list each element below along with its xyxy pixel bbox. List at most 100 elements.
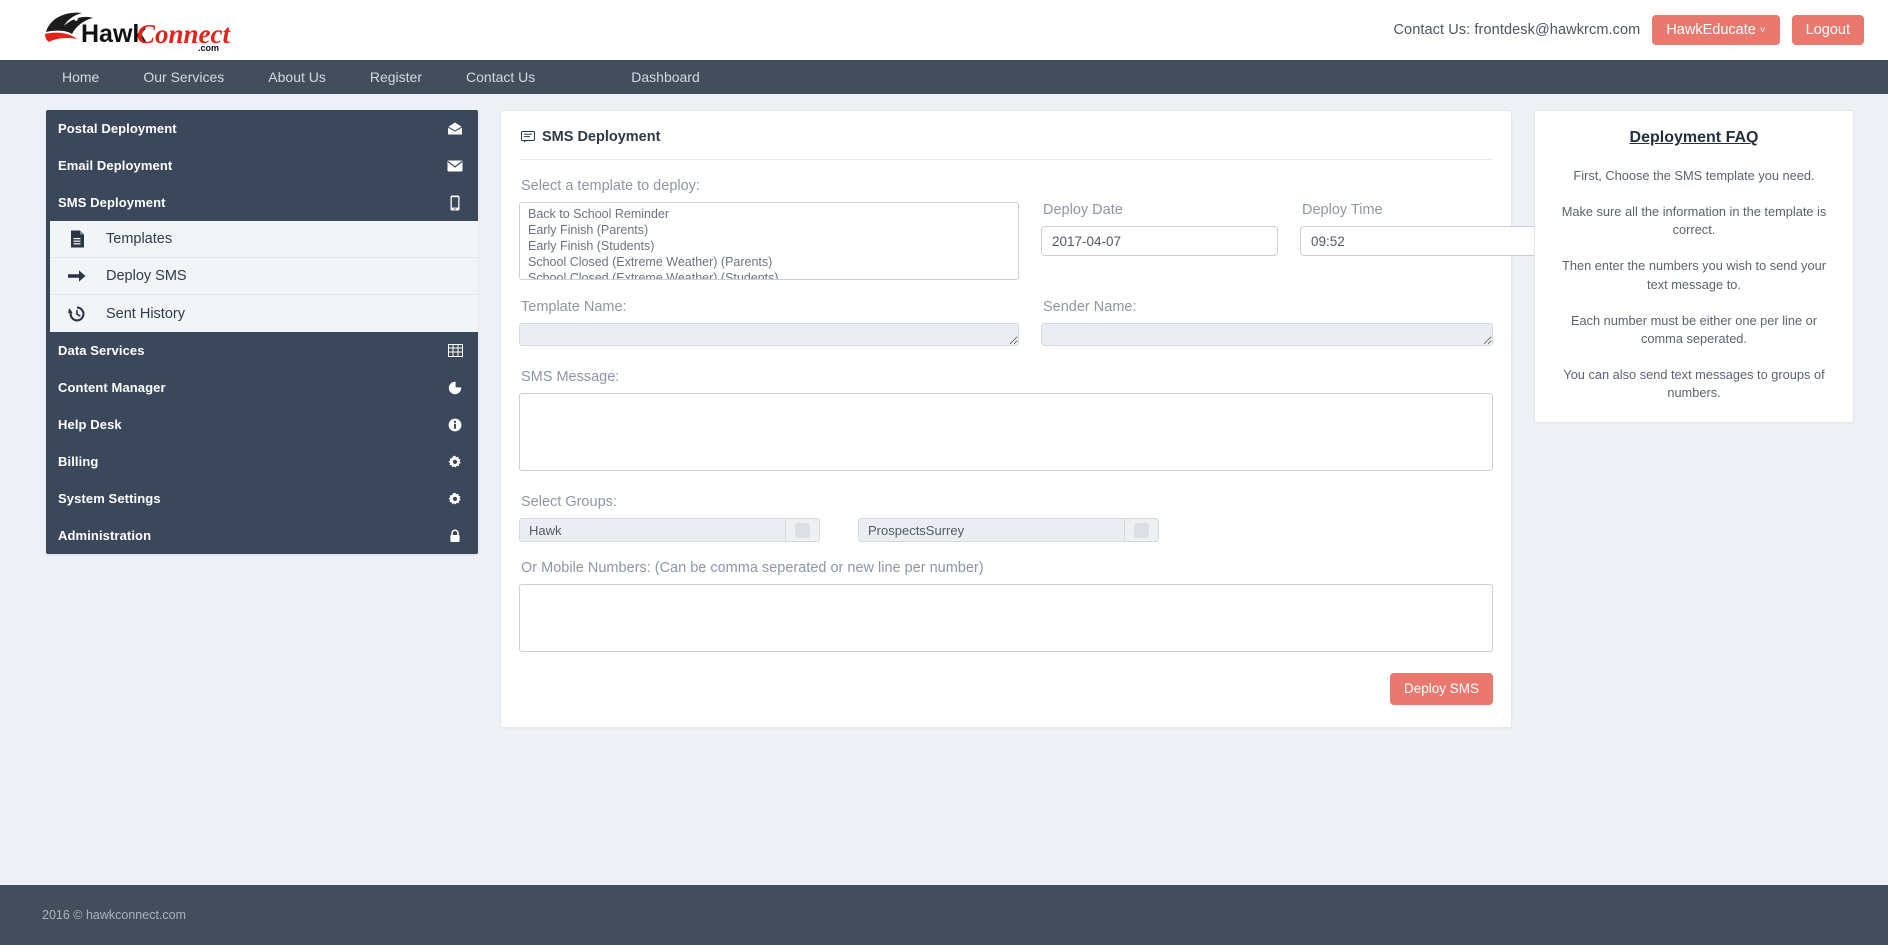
template-name-group: Template Name: xyxy=(519,281,1019,351)
main-navigation: Home Our Services About Us Register Cont… xyxy=(0,60,1888,94)
sidebar-item-help-desk[interactable]: Help Desk xyxy=(46,406,478,443)
sender-name-field[interactable] xyxy=(1041,323,1493,346)
deploy-time-group: Deploy Time xyxy=(1300,202,1537,256)
nav-item-our-services[interactable]: Our Services xyxy=(121,60,246,94)
faq-line: First, Choose the SMS template you need. xyxy=(1573,168,1815,183)
content-area: Postal Deployment Email Deployment SMS D… xyxy=(0,94,1888,728)
hawkconnect-logo-icon: Hawk Connect .com xyxy=(45,12,232,53)
deploy-action-row: Deploy SMS xyxy=(519,673,1493,705)
sidebar-item-label: System Settings xyxy=(58,491,161,506)
deploy-datetime-row: Deploy Date Deploy Time xyxy=(1041,202,1537,256)
page-root: Hawk Connect .com Contact Us: frontdesk@… xyxy=(0,0,1888,945)
template-option[interactable]: School Closed (Extreme Weather) (Student… xyxy=(524,270,1014,280)
sender-name-label: Sender Name: xyxy=(1043,299,1137,315)
faq-line: Each number must be either one per line … xyxy=(1570,312,1818,346)
select-groups-group: Select Groups: Hawk ProspectsSurrey xyxy=(519,494,1493,542)
select-groups-label: Select Groups: xyxy=(521,494,617,510)
mobile-numbers-group: Or Mobile Numbers: (Can be comma seperat… xyxy=(519,560,1493,657)
account-menu-label: HawkEducate xyxy=(1666,21,1756,38)
template-option[interactable]: School Closed (Extreme Weather) (Parents… xyxy=(524,254,1014,270)
envelope-open-icon xyxy=(446,120,464,138)
sidebar-item-administration[interactable]: Administration xyxy=(46,517,478,554)
group-name-label: ProspectsSurrey xyxy=(858,518,1125,542)
sms-message-group: SMS Message: xyxy=(519,369,1493,476)
nav-item-about-us[interactable]: About Us xyxy=(246,60,348,94)
deploy-sms-button[interactable]: Deploy SMS xyxy=(1389,673,1493,705)
template-name-field[interactable] xyxy=(519,323,1019,346)
history-icon xyxy=(66,305,88,323)
copyright-text: 2016 © hawkconnect.com xyxy=(42,908,187,922)
sms-deployment-panel: SMS Deployment Select a template to depl… xyxy=(500,110,1537,728)
group-checkbox[interactable] xyxy=(1125,518,1159,542)
sms-message-label: SMS Message: xyxy=(521,369,620,385)
deploy-time-input[interactable] xyxy=(1300,226,1537,256)
nav-item-register[interactable]: Register xyxy=(348,60,444,94)
sidebar-subitem-deploy-sms[interactable]: Deploy SMS xyxy=(50,258,478,295)
sender-name-group: Sender Name: xyxy=(1041,281,1493,351)
sidebar-item-billing[interactable]: Billing xyxy=(46,443,478,480)
template-listbox[interactable]: Back to School ReminderEarly Finish (Par… xyxy=(519,202,1019,280)
page-footer: 2016 © hawkconnect.com xyxy=(0,885,1888,945)
template-label: Select a template to deploy: xyxy=(521,178,700,194)
template-name-label: Template Name: xyxy=(521,299,627,315)
nav-item-dashboard[interactable]: Dashboard xyxy=(609,60,722,94)
deploy-time-label: Deploy Time xyxy=(1302,202,1383,218)
faq-title: Deployment FAQ xyxy=(1629,129,1759,146)
sidebar-item-postal-deployment[interactable]: Postal Deployment xyxy=(46,110,478,147)
groups-row: Hawk ProspectsSurrey xyxy=(519,518,1493,542)
info-circle-icon xyxy=(446,416,464,434)
sidebar-item-data-services[interactable]: Data Services xyxy=(46,332,478,369)
mobile-phone-icon xyxy=(446,194,464,212)
lock-icon xyxy=(446,527,464,545)
svg-text:.com: .com xyxy=(198,43,219,53)
nav-item-contact-us[interactable]: Contact Us xyxy=(444,60,557,94)
deploy-date-input[interactable] xyxy=(1041,226,1278,256)
template-option[interactable]: Back to School Reminder xyxy=(524,206,1014,222)
deployment-faq-panel: Deployment FAQ First, Choose the SMS tem… xyxy=(1534,110,1854,424)
group-name-label: Hawk xyxy=(519,518,786,542)
top-bar: Hawk Connect .com Contact Us: frontdesk@… xyxy=(0,0,1888,60)
site-logo[interactable]: Hawk Connect .com xyxy=(40,4,240,56)
sidebar-subitem-label: Deploy SMS xyxy=(106,268,187,284)
template-and-datetime-row: Select a template to deploy: Back to Sch… xyxy=(519,160,1537,281)
sidebar-item-label: Help Desk xyxy=(58,417,122,432)
faq-line: You can also send text messages to group… xyxy=(1563,367,1825,401)
faq-line: Then enter the numbers you wish to send … xyxy=(1562,258,1826,292)
sidebar-subitem-label: Templates xyxy=(106,231,173,247)
nav-item-home[interactable]: Home xyxy=(40,60,121,94)
panel-title: SMS Deployment xyxy=(519,125,1493,160)
group-checkbox[interactable] xyxy=(786,518,820,542)
sidebar-item-system-settings[interactable]: System Settings xyxy=(46,480,478,517)
sidebar-item-label: Postal Deployment xyxy=(58,121,177,136)
table-icon xyxy=(446,342,464,360)
comment-icon xyxy=(521,131,535,143)
template-option[interactable]: Early Finish (Parents) xyxy=(524,222,1014,238)
mobile-numbers-label: Or Mobile Numbers: (Can be comma seperat… xyxy=(521,560,984,576)
datetime-column: . Deploy Date Deploy Time xyxy=(1041,160,1537,281)
arrow-right-icon xyxy=(66,268,88,284)
sms-message-textarea[interactable] xyxy=(519,393,1493,471)
panel-title-text: SMS Deployment xyxy=(542,129,661,145)
chevron-down-icon: ˅ xyxy=(1759,24,1766,36)
checkbox-square-icon xyxy=(795,522,810,538)
sidebar-item-sms-deployment[interactable]: SMS Deployment xyxy=(46,184,478,221)
logout-button[interactable]: Logout xyxy=(1791,14,1864,46)
deploy-date-group: Deploy Date xyxy=(1041,202,1278,256)
sidebar-item-email-deployment[interactable]: Email Deployment xyxy=(46,147,478,184)
group-item: Hawk xyxy=(519,518,820,542)
sidebar-subitem-sent-history[interactable]: Sent History xyxy=(50,295,478,332)
sidebar-subitem-label: Sent History xyxy=(106,305,185,322)
template-option[interactable]: Early Finish (Students) xyxy=(524,238,1014,254)
group-item: ProspectsSurrey xyxy=(858,518,1159,542)
sidebar-item-label: Administration xyxy=(58,528,152,543)
contact-us-text: Contact Us: frontdesk@hawkrcm.com xyxy=(1393,22,1641,38)
account-menu-button[interactable]: HawkEducate ˅ xyxy=(1652,14,1780,46)
sidebar-item-label: Billing xyxy=(58,454,99,469)
sidebar-subitem-templates[interactable]: Templates xyxy=(50,221,478,258)
mobile-numbers-textarea[interactable] xyxy=(519,584,1493,652)
sidebar-item-label: SMS Deployment xyxy=(58,195,166,210)
sidebar-item-content-manager[interactable]: Content Manager xyxy=(46,369,478,406)
faq-line: Make sure all the information in the tem… xyxy=(1561,204,1827,238)
deploy-date-label: Deploy Date xyxy=(1043,202,1123,218)
sidebar-item-label: Content Manager xyxy=(58,380,166,395)
